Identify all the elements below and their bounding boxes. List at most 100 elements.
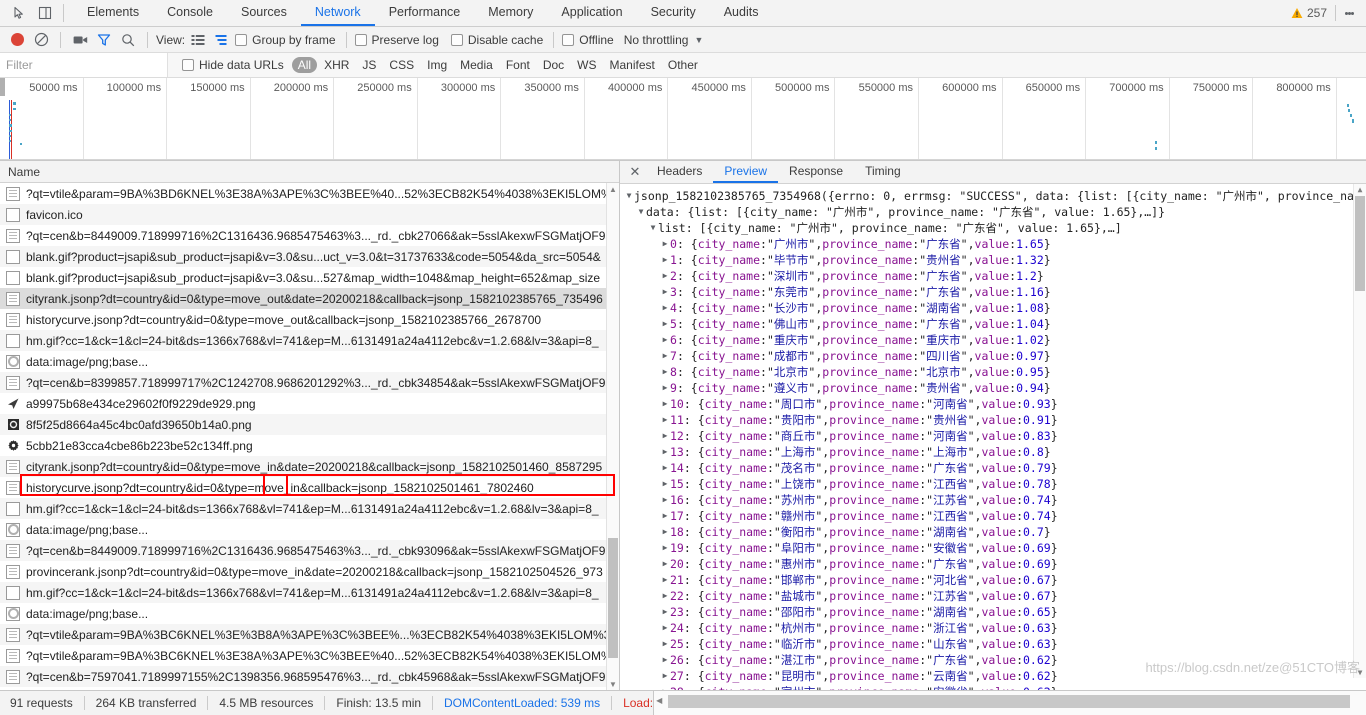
more-options-icon[interactable] (1338, 2, 1360, 24)
main-tab-application[interactable]: Application (547, 0, 636, 26)
warning-count-indicator[interactable]: 257 (1291, 6, 1333, 20)
request-row[interactable]: cityrank.jsonp?dt=country&id=0&type=move… (0, 456, 619, 477)
type-filter-all[interactable]: All (291, 57, 318, 73)
scrollbar-thumb[interactable] (608, 538, 618, 658)
request-row[interactable]: historycurve.jsonp?dt=country&id=0&type=… (0, 477, 619, 498)
request-row[interactable]: ?qt=cen&b=8449009.718999716%2C1316436.96… (0, 540, 619, 561)
expand-triangle-icon[interactable] (660, 508, 670, 524)
json-list-item[interactable]: 28: {city_name: "宿州市", province_name: "安… (622, 684, 1366, 690)
filter-input[interactable] (0, 53, 168, 77)
json-list-item[interactable]: 6: {city_name: "重庆市", province_name: "重庆… (622, 332, 1366, 348)
scrollbar-thumb[interactable] (1355, 196, 1365, 291)
scroll-up-arrow-icon[interactable]: ▲ (607, 183, 619, 195)
detail-tab-response[interactable]: Response (778, 161, 854, 183)
json-list-item[interactable]: 8: {city_name: "北京市", province_name: "北京… (622, 364, 1366, 380)
json-list-item[interactable]: 26: {city_name: "湛江市", province_name: "广… (622, 652, 1366, 668)
json-list-item[interactable]: 2: {city_name: "深圳市", province_name: "广东… (622, 268, 1366, 284)
expand-triangle-icon[interactable] (660, 236, 670, 252)
group-by-frame-checkbox[interactable]: Group by frame (235, 33, 336, 47)
main-tab-audits[interactable]: Audits (710, 0, 773, 26)
scroll-down-arrow-icon[interactable]: ▼ (1354, 667, 1366, 678)
expand-triangle-icon[interactable] (660, 268, 670, 284)
json-list-item[interactable]: 9: {city_name: "遵义市", province_name: "贵州… (622, 380, 1366, 396)
request-row[interactable]: blank.gif?product=jsapi&sub_product=jsap… (0, 246, 619, 267)
expand-triangle-icon[interactable] (660, 284, 670, 300)
preview-horizontal-scrollbar[interactable]: ◀ (653, 690, 1366, 715)
request-row[interactable]: cityrank.jsonp?dt=country&id=0&type=move… (0, 288, 619, 309)
expand-triangle-icon[interactable] (660, 620, 670, 636)
collapse-triangle-icon[interactable] (624, 188, 634, 204)
scroll-down-arrow-icon[interactable]: ▼ (607, 678, 619, 690)
detail-tab-headers[interactable]: Headers (646, 161, 713, 183)
json-list-item[interactable]: 20: {city_name: "惠州市", province_name: "广… (622, 556, 1366, 572)
expand-triangle-icon[interactable] (660, 332, 670, 348)
inspect-element-icon[interactable] (6, 0, 32, 26)
json-root[interactable]: jsonp_1582102385765_7354968({errno: 0, e… (622, 188, 1366, 204)
expand-triangle-icon[interactable] (660, 652, 670, 668)
json-data-node[interactable]: data: {list: [{city_name: "广州市", provinc… (622, 204, 1366, 220)
json-list-item[interactable]: 21: {city_name: "邯郸市", province_name: "河… (622, 572, 1366, 588)
preview-vertical-scrollbar[interactable]: ▲ ▼ (1353, 184, 1366, 678)
request-row[interactable]: data:image/png;base... (0, 603, 619, 624)
clear-button[interactable] (30, 29, 52, 51)
json-list-item[interactable]: 15: {city_name: "上饶市", province_name: "江… (622, 476, 1366, 492)
main-tab-performance[interactable]: Performance (375, 0, 475, 26)
json-list-item[interactable]: 11: {city_name: "贵阳市", province_name: "贵… (622, 412, 1366, 428)
json-list-item[interactable]: 5: {city_name: "佛山市", province_name: "广东… (622, 316, 1366, 332)
request-row[interactable]: historycurve.jsonp?dt=country&id=0&type=… (0, 309, 619, 330)
waterfall-view-icon[interactable] (211, 29, 233, 51)
expand-triangle-icon[interactable] (660, 412, 670, 428)
expand-triangle-icon[interactable] (660, 396, 670, 412)
expand-triangle-icon[interactable] (660, 380, 670, 396)
request-list[interactable]: ?qt=vtile&param=9BA%3BD6KNEL%3E38A%3APE%… (0, 183, 619, 690)
expand-triangle-icon[interactable] (660, 604, 670, 620)
main-tab-sources[interactable]: Sources (227, 0, 301, 26)
json-list-item[interactable]: 24: {city_name: "杭州市", province_name: "浙… (622, 620, 1366, 636)
request-row[interactable]: hm.gif?cc=1&ck=1&cl=24-bit&ds=1366x768&v… (0, 330, 619, 351)
json-list-item[interactable]: 25: {city_name: "临沂市", province_name: "山… (622, 636, 1366, 652)
request-row[interactable]: favicon.ico (0, 204, 619, 225)
expand-triangle-icon[interactable] (660, 636, 670, 652)
scroll-up-arrow-icon[interactable]: ▲ (1354, 184, 1366, 195)
request-row[interactable]: hm.gif?cc=1&ck=1&cl=24-bit&ds=1366x768&v… (0, 498, 619, 519)
main-tab-network[interactable]: Network (300, 0, 375, 26)
main-tab-memory[interactable]: Memory (474, 0, 547, 26)
request-row[interactable]: ?qt=cen&b=8399857.718999717%2C1242708.96… (0, 372, 619, 393)
collapse-triangle-icon[interactable] (648, 220, 658, 236)
request-row[interactable]: ?qt=vtile&param=9BA%3BC6KNEL%3E38A%3APE%… (0, 645, 619, 666)
main-tab-console[interactable]: Console (153, 0, 227, 26)
json-list-item[interactable]: 17: {city_name: "赣州市", province_name: "江… (622, 508, 1366, 524)
expand-triangle-icon[interactable] (660, 444, 670, 460)
detail-tab-preview[interactable]: Preview (713, 161, 779, 183)
json-list-item[interactable]: 3: {city_name: "东莞市", province_name: "广东… (622, 284, 1366, 300)
expand-triangle-icon[interactable] (660, 364, 670, 380)
expand-triangle-icon[interactable] (660, 316, 670, 332)
request-row[interactable]: hm.gif?cc=1&ck=1&cl=24-bit&ds=1366x768&v… (0, 582, 619, 603)
type-filter-manifest[interactable]: Manifest (604, 57, 661, 73)
type-filter-other[interactable]: Other (662, 57, 704, 73)
hide-data-urls-checkbox[interactable]: Hide data URLs (182, 58, 284, 72)
search-button[interactable] (117, 29, 139, 51)
throttling-dropdown[interactable]: No throttling ▼ (624, 33, 704, 47)
preserve-log-checkbox[interactable]: Preserve log (354, 33, 439, 47)
json-list-item[interactable]: 23: {city_name: "邵阳市", province_name: "湖… (622, 604, 1366, 620)
capture-screenshots-button[interactable] (69, 29, 91, 51)
request-row[interactable]: a99975b68e434ce29602f0f9229de929.png (0, 393, 619, 414)
expand-triangle-icon[interactable] (660, 300, 670, 316)
expand-triangle-icon[interactable] (660, 460, 670, 476)
preview-json-viewer[interactable]: jsonp_1582102385765_7354968({errno: 0, e… (620, 184, 1366, 690)
request-row[interactable]: blank.gif?product=jsapi&sub_product=jsap… (0, 267, 619, 288)
expand-triangle-icon[interactable] (660, 428, 670, 444)
json-list-item[interactable]: 13: {city_name: "上海市", province_name: "上… (622, 444, 1366, 460)
main-tab-elements[interactable]: Elements (73, 0, 153, 26)
type-filter-media[interactable]: Media (454, 57, 499, 73)
request-row[interactable]: 5cbb21e83cca4cbe86b223be52c134ff.png (0, 435, 619, 456)
json-list-item[interactable]: 0: {city_name: "广州市", province_name: "广东… (622, 236, 1366, 252)
scrollbar-thumb[interactable] (668, 694, 1350, 708)
detail-tab-timing[interactable]: Timing (854, 161, 912, 183)
device-toolbar-icon[interactable] (32, 0, 58, 26)
offline-checkbox[interactable]: Offline (562, 33, 614, 47)
json-list-item[interactable]: 1: {city_name: "毕节市", province_name: "贵州… (622, 252, 1366, 268)
list-view-icon[interactable] (187, 29, 209, 51)
json-list-node[interactable]: list: [{city_name: "广州市", province_name:… (622, 220, 1366, 236)
